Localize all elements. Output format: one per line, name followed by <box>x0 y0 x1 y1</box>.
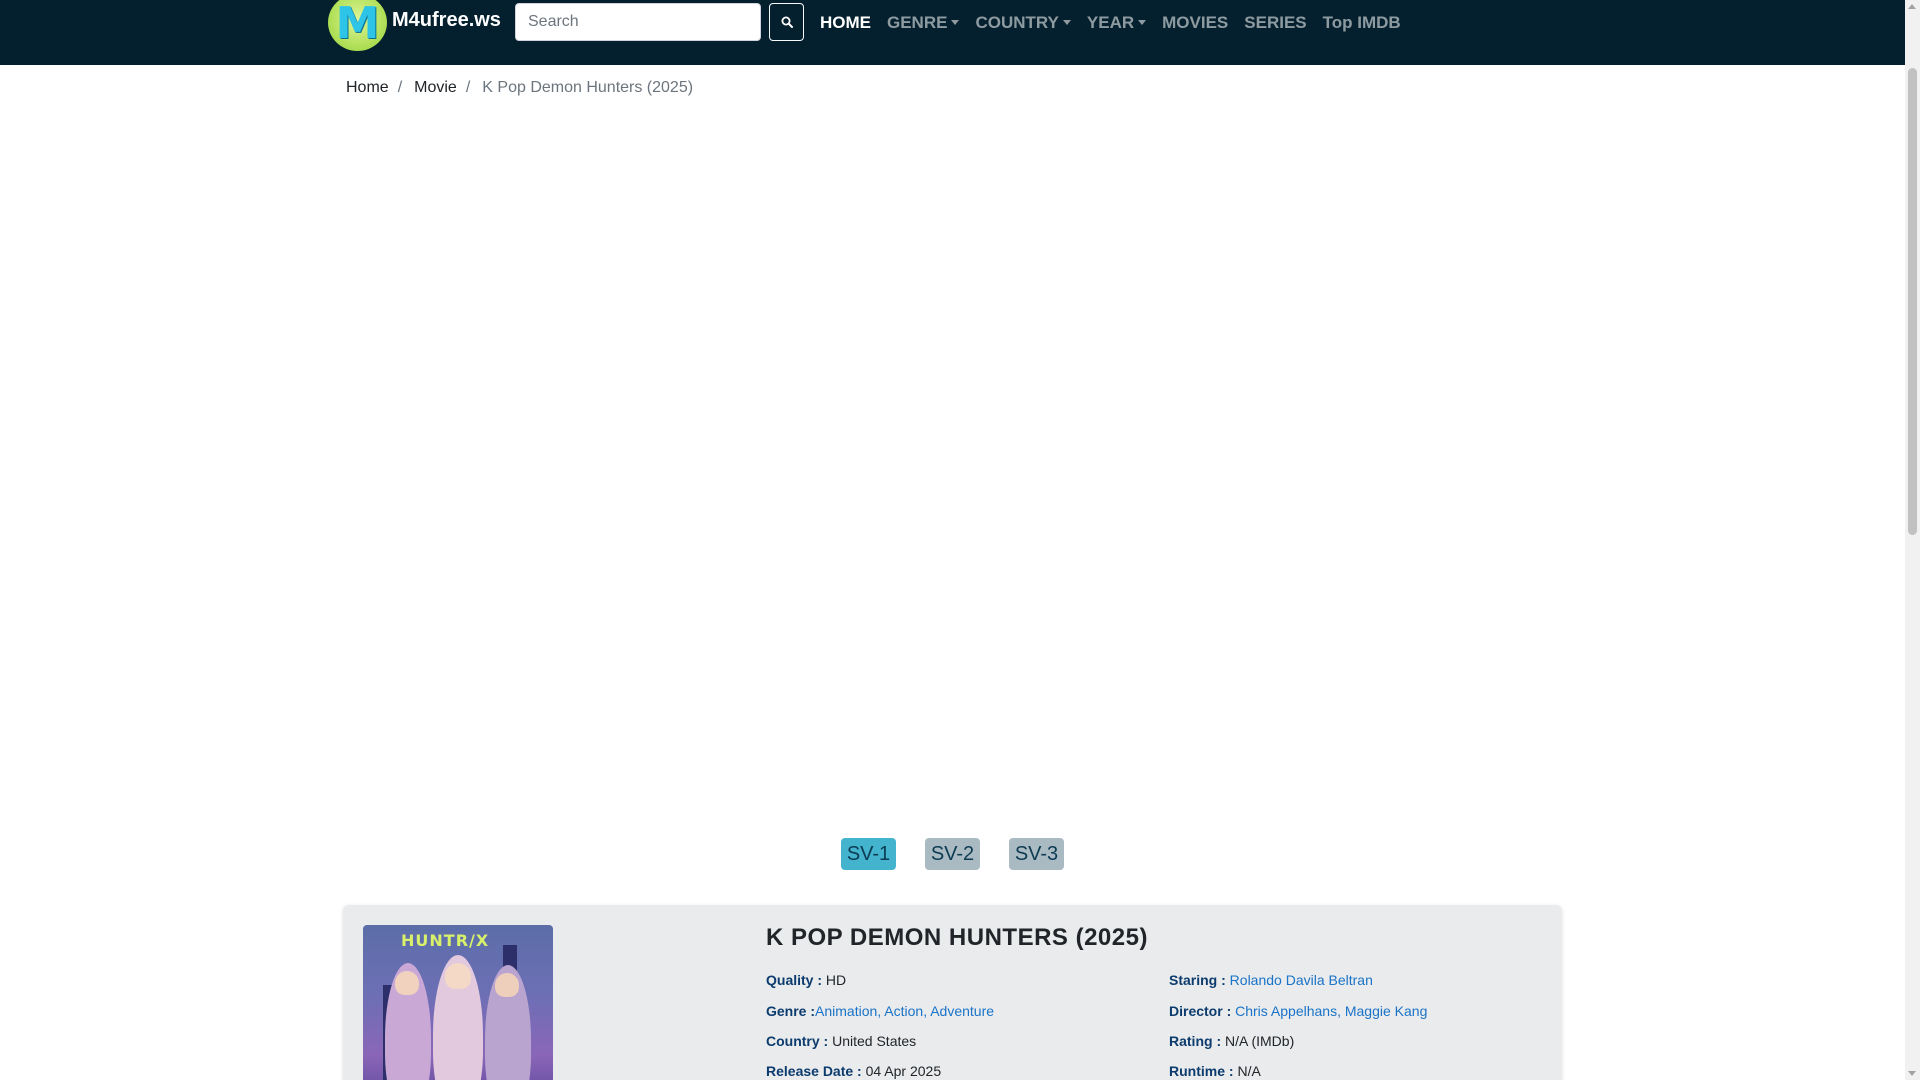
brand-name[interactable]: M4ufree.ws <box>392 8 501 32</box>
rating-value: N/A (IMDb) <box>1225 1033 1295 1049</box>
main-menu: HOME GENRE COUNTRY YEAR MOVIES SERIES To… <box>812 0 1409 45</box>
director-links[interactable]: Chris Appelhans, Maggie Kang <box>1235 1003 1427 1019</box>
rating-label: Rating : <box>1169 1033 1222 1049</box>
release-value: 04 Apr 2025 <box>865 1063 942 1079</box>
movie-title: K POP DEMON HUNTERS (2025) <box>766 924 1148 951</box>
nav-home[interactable]: HOME <box>812 0 879 45</box>
release-row: Release Date : 04 Apr 2025 <box>766 1062 941 1080</box>
movie-poster[interactable]: HUNTR/X <box>363 925 553 1080</box>
nav-home-label: HOME <box>820 13 871 32</box>
breadcrumb-separator: / <box>397 79 403 96</box>
server-1-button[interactable]: SV-1 <box>841 838 896 870</box>
nav-year-label: YEAR <box>1086 13 1135 32</box>
search-icon <box>781 16 793 28</box>
server-2-button[interactable]: SV-2 <box>925 838 980 870</box>
quality-label: Quality : <box>766 972 823 988</box>
scrollbar-thumb[interactable] <box>1908 68 1917 535</box>
breadcrumb-current: K Pop Demon Hunters (2025) <box>479 78 693 98</box>
caret-down-icon <box>1062 20 1071 25</box>
quality-value: HD <box>825 972 847 988</box>
nav-series-label: SERIES <box>1244 13 1307 32</box>
rating-row: Rating : N/A (IMDb) <box>1169 1032 1294 1050</box>
nav-country-label: COUNTRY <box>975 13 1059 32</box>
scroll-up-arrow-icon[interactable] <box>1908 4 1916 9</box>
scroll-down-arrow-icon[interactable] <box>1908 1071 1916 1076</box>
staring-row: Staring : Rolando Davila Beltran <box>1169 971 1373 989</box>
top-navbar: M M4ufree.ws HOME GENRE COUNTRY YEAR MOV… <box>0 0 1905 65</box>
runtime-label: Runtime : <box>1169 1063 1234 1079</box>
country-value: United States <box>832 1033 917 1049</box>
search-button[interactable] <box>769 3 804 41</box>
nav-genre-label: GENRE <box>887 13 948 32</box>
director-label: Director : <box>1169 1003 1232 1019</box>
genre-row: Genre :Animation, Action, Adventure <box>766 1002 994 1020</box>
server-3-button[interactable]: SV-3 <box>1009 838 1064 870</box>
poster-title-text: HUNTR/X <box>401 931 490 950</box>
director-row: Director : Chris Appelhans, Maggie Kang <box>1169 1002 1427 1020</box>
staring-label: Staring : <box>1169 972 1226 988</box>
search-input[interactable] <box>515 3 761 41</box>
nav-country-dropdown[interactable]: COUNTRY <box>967 0 1078 45</box>
breadcrumb-home[interactable]: Home <box>343 78 389 98</box>
nav-series[interactable]: SERIES <box>1236 0 1314 45</box>
poster-face <box>445 963 471 989</box>
poster-face <box>495 973 519 997</box>
nav-top-imdb-label: Top IMDB <box>1322 13 1401 32</box>
poster-face <box>395 971 419 995</box>
page-scrollbar[interactable] <box>1905 0 1920 1080</box>
release-label: Release Date : <box>766 1063 862 1079</box>
breadcrumb: Home / Movie / K Pop Demon Hunters (2025… <box>343 78 693 98</box>
breadcrumb-current-label: K Pop Demon Hunters (2025) <box>482 79 694 96</box>
quality-row: Quality : HD <box>766 971 846 989</box>
runtime-value: N/A <box>1237 1063 1261 1079</box>
breadcrumb-movie[interactable]: Movie <box>411 78 457 98</box>
breadcrumb-movie-label: Movie <box>414 79 457 96</box>
breadcrumb-separator: / <box>465 79 471 96</box>
nav-top-imdb[interactable]: Top IMDB <box>1315 0 1409 45</box>
nav-genre-dropdown[interactable]: GENRE <box>879 0 967 45</box>
breadcrumb-home-label: Home <box>346 79 389 96</box>
nav-year-dropdown[interactable]: YEAR <box>1079 0 1154 45</box>
server-selector: SV-1 SV-2 SV-3 <box>841 838 1064 870</box>
site-logo[interactable]: M <box>328 0 387 51</box>
country-label: Country : <box>766 1033 829 1049</box>
genre-links[interactable]: Animation, Action, Adventure <box>815 1003 994 1019</box>
runtime-row: Runtime : N/A <box>1169 1062 1261 1080</box>
nav-movies[interactable]: MOVIES <box>1154 0 1236 45</box>
country-row: Country : United States <box>766 1032 916 1050</box>
caret-down-icon <box>1138 20 1147 25</box>
logo-letter: M <box>335 0 380 49</box>
genre-label: Genre : <box>766 1003 816 1019</box>
staring-link[interactable]: Rolando Davila Beltran <box>1230 972 1373 988</box>
caret-down-icon <box>951 20 960 25</box>
nav-movies-label: MOVIES <box>1162 13 1229 32</box>
